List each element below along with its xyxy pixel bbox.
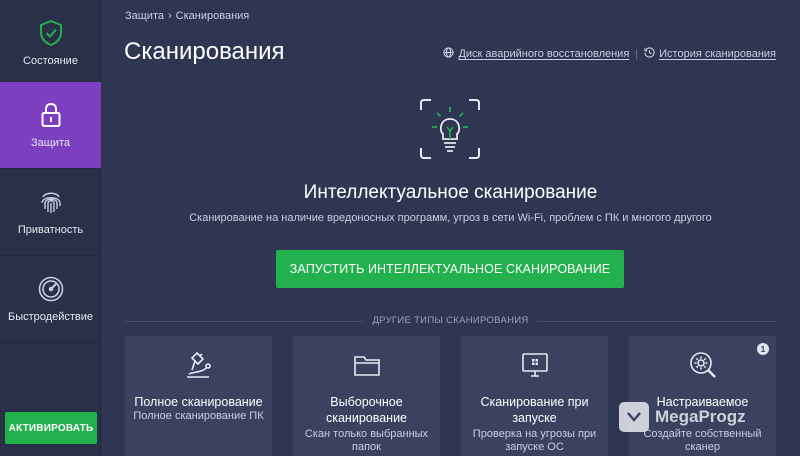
scan-history-link[interactable]: История сканирования [644, 47, 776, 61]
smart-scan-description: Сканирование на наличие вредоносных прог… [189, 212, 712, 224]
folder-icon [352, 350, 382, 380]
lock-icon [37, 101, 65, 129]
sidebar-item-label: Защита [31, 137, 70, 149]
card-description: Скан только выбранных папок [304, 428, 429, 453]
card-description: Полное сканирование ПК [133, 410, 264, 422]
shield-check-icon [37, 19, 65, 47]
gear-search-icon [688, 350, 718, 380]
breadcrumb-parent[interactable]: Защита [125, 10, 164, 22]
sidebar-item-privacy[interactable]: Приватность [0, 169, 101, 256]
microscope-icon [184, 350, 214, 380]
sidebar-item-label: Быстродействие [8, 311, 93, 323]
sidebar-item-label: Приватность [17, 224, 84, 236]
watermark-text: MegaProgz [655, 407, 746, 426]
card-title: Сканирование при запуске [480, 395, 589, 425]
link-separator: | [635, 48, 639, 60]
scan-history-label: История сканирования [659, 48, 776, 60]
notification-badge: 1 [757, 343, 769, 355]
sidebar: Состояние Защита Приватность Быстродейст… [0, 0, 101, 456]
configurable-scan-card[interactable]: 1 Настраиваемое Создайте собственный ска… [629, 336, 776, 456]
divider-line-right [537, 321, 776, 322]
breadcrumb: Защита › Сканирования [125, 10, 249, 22]
main-content: Защита › Сканирования Сканирования Диск … [101, 0, 800, 456]
custom-scan-card[interactable]: Выборочное сканирование Скан только выбр… [293, 336, 440, 456]
card-description: Проверка на угрозы при запуске ОС [472, 428, 597, 453]
run-smart-scan-button[interactable]: ЗАПУСТИТЬ ИНТЕЛЛЕКТУАЛЬНОЕ СКАНИРОВАНИЕ [276, 250, 624, 288]
history-icon [644, 47, 655, 61]
breadcrumb-current: Сканирования [175, 10, 250, 22]
card-title: Выборочное сканирование [325, 395, 408, 425]
breadcrumb-separator: › [168, 10, 172, 22]
megaprogz-logo-icon [619, 402, 649, 432]
rescue-disk-link[interactable]: Диск аварийного восстановления [443, 47, 629, 61]
sidebar-item-performance[interactable]: Быстродействие [0, 256, 101, 343]
activate-button[interactable]: АКТИВИРОВАТЬ [5, 412, 97, 444]
boot-scan-card[interactable]: Сканирование при запуске Проверка на угр… [461, 336, 608, 456]
sidebar-item-label: Состояние [23, 55, 78, 67]
page-title: Сканирования [124, 38, 285, 65]
rescue-disk-label: Диск аварийного восстановления [458, 48, 630, 60]
header-links: Диск аварийного восстановления | История… [443, 47, 776, 61]
sidebar-item-status[interactable]: Состояние [0, 0, 101, 87]
full-scan-card[interactable]: Полное сканирование Полное сканирование … [125, 336, 272, 456]
smart-scan-title: Интеллектуальное сканирование [303, 182, 598, 203]
fingerprint-icon [37, 188, 65, 216]
globe-icon [443, 47, 455, 61]
card-title: Полное сканирование [134, 395, 263, 409]
sidebar-item-protection[interactable]: Защита [0, 82, 101, 169]
watermark: MegaProgz [619, 402, 746, 432]
lightbulb-icon [419, 98, 481, 160]
monitor-icon [520, 350, 550, 380]
speedometer-icon [37, 275, 65, 303]
